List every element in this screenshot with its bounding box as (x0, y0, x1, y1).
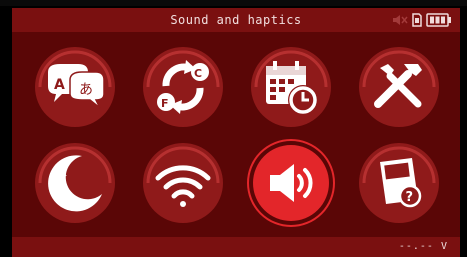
voltage-readout: --.-- V (398, 241, 448, 252)
mute-icon (392, 13, 408, 27)
bottom-bar: --.-- V (12, 237, 460, 257)
sound-button[interactable] (246, 138, 336, 228)
svg-text:?: ? (406, 190, 414, 205)
bezel (0, 0, 467, 6)
top-bar: Sound and haptics (12, 8, 460, 32)
unit-conversion-button[interactable]: C F (138, 42, 228, 132)
device-screen: Sound and haptics A あ C F ? --.-- V (0, 0, 467, 257)
svg-text:C: C (194, 67, 202, 80)
about-button[interactable]: ? (354, 138, 444, 228)
svg-text:F: F (161, 97, 169, 110)
tools-button[interactable] (354, 42, 444, 132)
menu-grid: A あ C F ? (12, 32, 460, 237)
svg-text:あ: あ (79, 82, 93, 98)
language-button[interactable]: A あ (30, 42, 120, 132)
svg-text:A: A (54, 77, 65, 93)
date-time-button[interactable] (246, 42, 336, 132)
night-mode-button[interactable] (30, 138, 120, 228)
status-icons (392, 11, 452, 29)
wifi-button[interactable] (138, 138, 228, 228)
battery-icon (426, 13, 452, 27)
sd-card-icon (412, 13, 422, 27)
